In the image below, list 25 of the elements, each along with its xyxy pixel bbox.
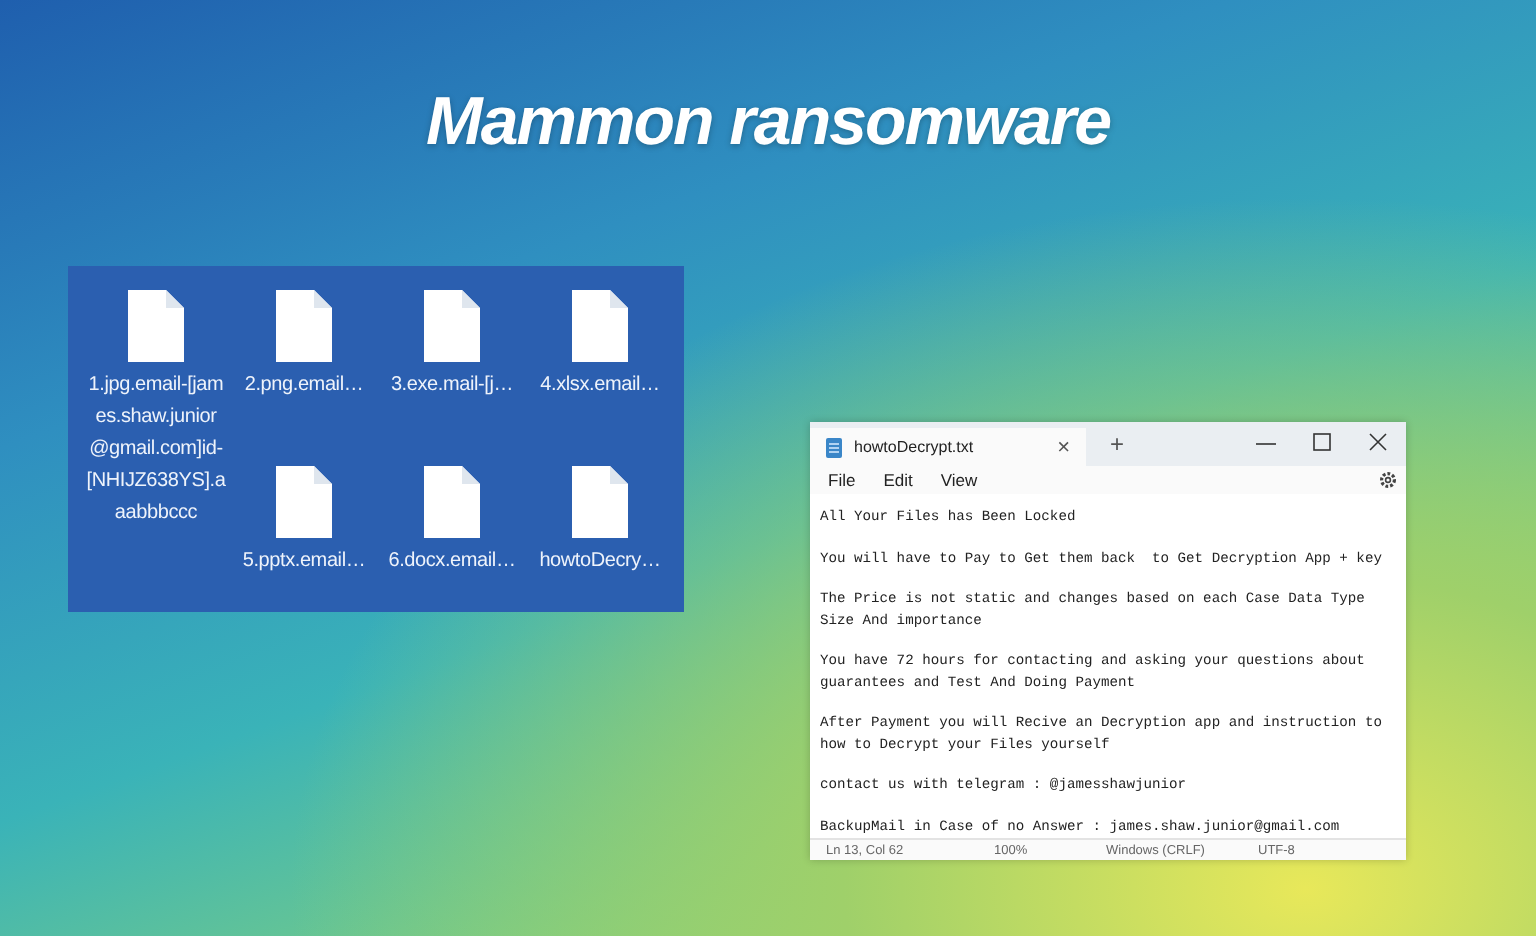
- document-icon: [276, 290, 332, 362]
- document-tab[interactable]: howtoDecrypt.txt ×: [810, 428, 1086, 466]
- notepad-icon: [826, 437, 842, 457]
- menu-item[interactable]: Edit: [873, 466, 923, 494]
- settings-icon[interactable]: [1378, 470, 1398, 490]
- file-name: howtoDecry…: [539, 548, 661, 576]
- menu-item[interactable]: File: [818, 466, 866, 494]
- tab-title: howtoDecrypt.txt: [854, 438, 974, 456]
- file-name: 2.png.email…: [244, 372, 364, 400]
- close-tab-button[interactable]: ×: [1057, 435, 1070, 459]
- file-name: 1.jpg.email-[james.shaw.junior@gmail.com]id-[NHIJZ638YS].aaabbbccc: [86, 372, 226, 528]
- document-icon: [424, 466, 480, 538]
- menu-item[interactable]: View: [930, 466, 988, 494]
- document-icon: [572, 466, 628, 538]
- file-name: 4.xlsx.email…: [540, 372, 660, 400]
- file-name: 5.pptx.email…: [242, 548, 366, 576]
- document-icon: [128, 290, 184, 362]
- file-name: 6.docx.email…: [388, 548, 516, 576]
- new-tab-button[interactable]: +: [1086, 422, 1149, 466]
- page-title: Mammon ransomware: [426, 84, 1110, 162]
- document-icon: [572, 290, 628, 362]
- file-name: 3.exe.mail-[j…: [390, 372, 514, 400]
- text-area[interactable]: [810, 494, 1406, 838]
- document-icon: [424, 290, 480, 362]
- document-icon: [276, 466, 332, 538]
